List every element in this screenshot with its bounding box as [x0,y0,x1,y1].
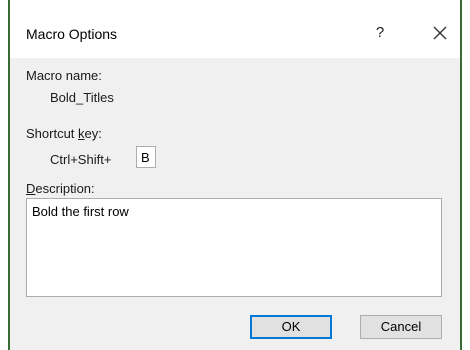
shortcut-key-input[interactable] [136,146,156,168]
description-label: Description: [26,181,95,196]
description-label-rest: escription: [35,181,95,196]
close-button[interactable] [428,21,452,45]
macro-name-label: Macro name: [26,68,102,83]
window-frame-right [460,0,462,350]
shortcut-key-label: Shortcut key: [26,126,102,141]
macro-name-value: Bold_Titles [50,90,114,105]
description-label-accel: D [26,181,36,196]
title-bar: Macro Options ? [10,0,460,58]
shortcut-label-pre: Shortcut [26,126,79,141]
cancel-button[interactable]: Cancel [360,315,442,339]
shortcut-label-post: ey: [84,126,102,141]
description-textarea[interactable]: Bold the first row [26,198,442,297]
dialog-title: Macro Options [26,26,118,42]
help-button[interactable]: ? [368,21,392,45]
shortcut-prefix: Ctrl+Shift+ [50,152,112,167]
close-icon [433,26,447,40]
macro-options-dialog: Macro Options ? Macro name: Bold_Titles … [10,0,460,350]
ok-button[interactable]: OK [250,315,332,339]
